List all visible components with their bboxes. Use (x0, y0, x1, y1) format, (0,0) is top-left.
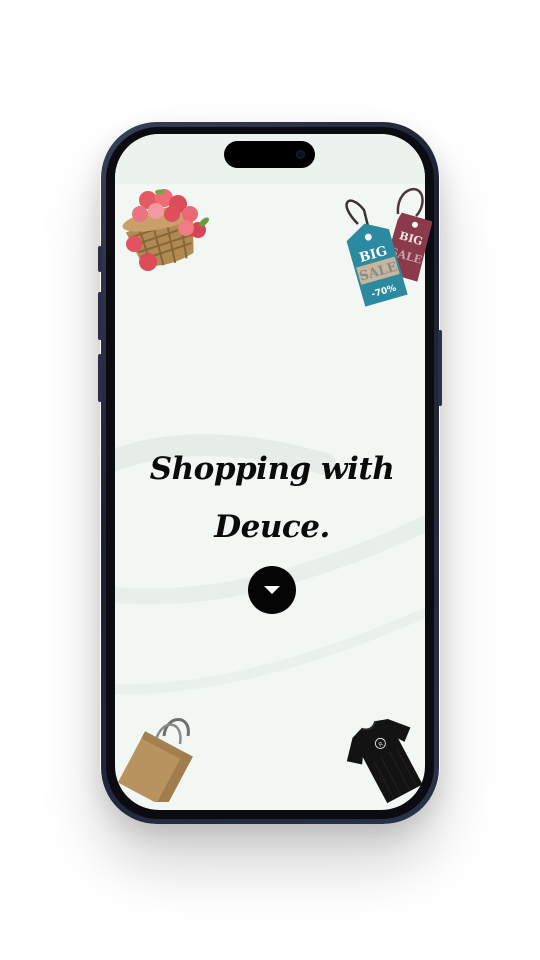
sale-tags-image: BIG SALE BIG SALE -70% (345, 187, 432, 307)
front-camera (296, 150, 305, 159)
phone-volume-up-button (98, 292, 102, 340)
caret-down-icon (264, 586, 280, 594)
phone-volume-down-button (98, 354, 102, 402)
paper-bag-image (117, 718, 193, 802)
page-headline: Shopping with Deuce. (130, 440, 414, 556)
headline-line-1: Shopping with (149, 451, 395, 487)
apple-basket-image (122, 189, 209, 271)
phone-action-button (98, 246, 102, 272)
tshirt-image: R (346, 719, 423, 804)
headline-line-2: Deuce. (214, 509, 330, 545)
phone-power-button (438, 330, 442, 406)
scroll-down-button[interactable] (248, 566, 296, 614)
dynamic-island (224, 141, 315, 168)
